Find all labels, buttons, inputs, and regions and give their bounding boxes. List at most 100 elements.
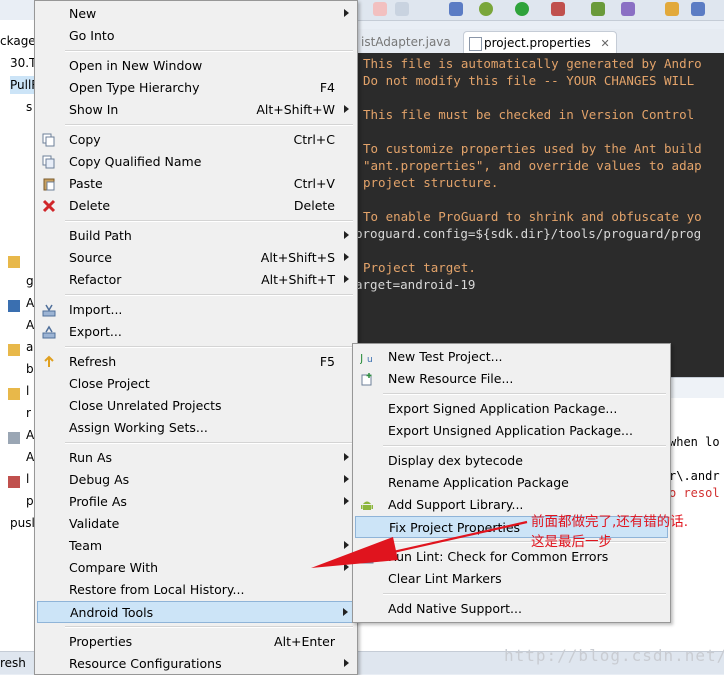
menu-item-shortcut: Ctrl+V (293, 176, 335, 191)
tree-item[interactable]: s (26, 98, 32, 116)
tree-item[interactable]: 30.T (10, 54, 36, 72)
submenu-item-display-dex-bytecode[interactable]: Display dex bytecode (355, 450, 668, 472)
tree-item[interactable]: p (26, 492, 34, 510)
import-icon (42, 303, 56, 317)
menu-item-label: Export Signed Application Package... (388, 401, 618, 416)
menu-item-label: Paste (69, 176, 103, 191)
menu-item-build-path[interactable]: Build Path (37, 225, 355, 247)
menu-item-label: Go Into (69, 28, 115, 43)
copy-qualified-icon (42, 155, 56, 169)
editor-line: "ant.properties", and override values to… (363, 158, 702, 173)
submenu-item-add-native-support[interactable]: Add Native Support... (355, 598, 668, 620)
toolbar-icon[interactable] (665, 2, 679, 16)
menu-item-properties[interactable]: Properties Alt+Enter (37, 631, 355, 653)
menu-item-label: Add Support Library... (388, 497, 524, 512)
export-icon (42, 325, 56, 339)
debug-icon[interactable] (479, 2, 493, 16)
toolbar-icon[interactable] (691, 2, 705, 16)
submenu-arrow-icon (344, 475, 349, 483)
menu-item-close-project[interactable]: Close Project (37, 373, 355, 395)
menu-item-team[interactable]: Team (37, 535, 355, 557)
menu-item-export[interactable]: Export... (37, 321, 355, 343)
toolbar-icon[interactable] (551, 2, 565, 16)
menu-item-new[interactable]: New (37, 3, 355, 25)
editor-line: This file is automatically generated by … (363, 56, 702, 71)
menu-item-resource-configurations[interactable]: Resource Configurations (37, 653, 355, 675)
tab-label: project.properties (484, 36, 591, 50)
menu-separator (383, 445, 666, 447)
menu-item-label: Debug As (69, 472, 130, 487)
menu-item-refresh[interactable]: Refresh F5 (37, 351, 355, 373)
submenu-item-new-test-project[interactable]: Ju New Test Project... (355, 346, 668, 368)
toolbar-icon[interactable] (373, 2, 387, 16)
tree-item[interactable]: PullR (10, 76, 36, 94)
menu-item-close-unrelated-projects[interactable]: Close Unrelated Projects (37, 395, 355, 417)
submenu-arrow-icon (344, 275, 349, 283)
menu-item-profile-as[interactable]: Profile As (37, 491, 355, 513)
menu-item-debug-as[interactable]: Debug As (37, 469, 355, 491)
menu-item-compare-with[interactable]: Compare With (37, 557, 355, 579)
submenu-item-new-resource-file[interactable]: New Resource File... (355, 368, 668, 390)
tab-project-properties[interactable]: project.properties ✕ (463, 31, 617, 54)
menu-item-label: Team (69, 538, 103, 553)
tree-item[interactable]: l (26, 470, 29, 488)
menu-item-source[interactable]: Source Alt+Shift+S (37, 247, 355, 269)
tree-item[interactable]: l (26, 382, 29, 400)
menu-item-restore-from-local-history[interactable]: Restore from Local History... (37, 579, 355, 601)
file-icon (8, 476, 20, 488)
menu-item-shortcut: Alt+Shift+S (260, 250, 335, 265)
menu-item-label: Display dex bytecode (388, 453, 523, 468)
copy-icon (42, 133, 56, 147)
tree-item[interactable]: b (26, 360, 34, 378)
menu-item-label: Open Type Hierarchy (69, 80, 200, 95)
tree-item[interactable]: A (26, 294, 34, 312)
run-icon[interactable] (515, 2, 529, 16)
menu-item-delete[interactable]: Delete Delete (37, 195, 355, 217)
menu-item-run-as[interactable]: Run As (37, 447, 355, 469)
tree-item[interactable]: r (26, 404, 31, 422)
submenu-item-export-signed-application-package[interactable]: Export Signed Application Package... (355, 398, 668, 420)
tree-item[interactable]: A (26, 426, 34, 444)
close-icon[interactable]: ✕ (601, 37, 610, 50)
menu-item-import[interactable]: Import... (37, 299, 355, 321)
tree-item[interactable]: A (26, 448, 34, 466)
menu-item-label: Show In (69, 102, 119, 117)
tree-item[interactable]: g (26, 272, 34, 290)
menu-item-shortcut: Alt+Enter (274, 634, 335, 649)
toolbar-icon[interactable] (395, 2, 409, 16)
submenu-item-export-unsigned-application-package[interactable]: Export Unsigned Application Package... (355, 420, 668, 442)
menu-item-refactor[interactable]: Refactor Alt+Shift+T (37, 269, 355, 291)
tree-item[interactable]: ckage (0, 32, 36, 50)
menu-item-android-tools[interactable]: Android Tools (37, 601, 355, 623)
console-line: r\.andr (669, 469, 720, 483)
editor-area[interactable]: This file is automatically generated by … (355, 53, 724, 377)
editor-line: arget=android-19 (355, 277, 476, 292)
editor-line: Project target. (363, 260, 476, 275)
menu-item-label: Close Unrelated Projects (69, 398, 222, 413)
menu-item-copy-qualified-name[interactable]: Copy Qualified Name (37, 151, 355, 173)
menu-item-go-into[interactable]: Go Into (37, 25, 355, 47)
submenu-item-clear-lint-markers[interactable]: Clear Lint Markers (355, 568, 668, 590)
menu-item-copy[interactable]: Copy Ctrl+C (37, 129, 355, 151)
toolbar-icon[interactable] (449, 2, 463, 16)
toolbar-icon[interactable] (591, 2, 605, 16)
menu-separator (383, 393, 666, 395)
menu-item-label: Refresh (69, 354, 117, 369)
menu-item-open-type-hierarchy[interactable]: Open Type Hierarchy F4 (37, 77, 355, 99)
menu-item-label: Build Path (69, 228, 132, 243)
tab-adapter-java[interactable]: istAdapter.java (355, 31, 457, 53)
tree-item[interactable]: a (26, 338, 33, 356)
submenu-item-rename-application-package[interactable]: Rename Application Package (355, 472, 668, 494)
toolbar-icon[interactable] (621, 2, 635, 16)
menu-item-open-in-new-window[interactable]: Open in New Window (37, 55, 355, 77)
menu-item-assign-working-sets[interactable]: Assign Working Sets... (37, 417, 355, 439)
menu-item-paste[interactable]: Paste Ctrl+V (37, 173, 355, 195)
menu-separator (65, 294, 353, 296)
tree-item[interactable]: pusl (10, 514, 35, 532)
new-resource-icon (360, 372, 374, 386)
lint-check-icon (360, 550, 374, 564)
context-menu: New Go Into Open in New Window Open Type Hi… (34, 0, 358, 675)
menu-item-validate[interactable]: Validate (37, 513, 355, 535)
menu-item-show-in[interactable]: Show In Alt+Shift+W (37, 99, 355, 121)
tree-item[interactable]: A (26, 316, 34, 334)
